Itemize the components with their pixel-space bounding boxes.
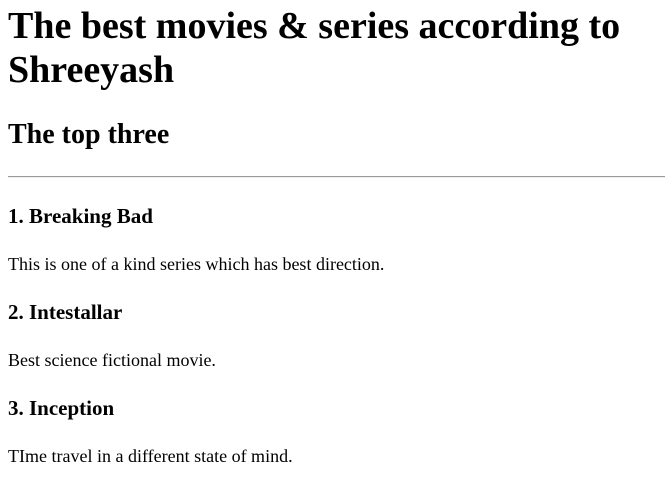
item-description: This is one of a kind series which has b… [8, 254, 385, 274]
list-item: 3. Inception TIme travel in a different … [8, 396, 665, 467]
item-description: Best science fictional movie. [8, 350, 216, 370]
divider [8, 176, 665, 178]
item-description: TIme travel in a different state of mind… [8, 446, 293, 466]
item-heading: 1. Breaking Bad [8, 204, 153, 228]
list-item: 1. Breaking Bad This is one of a kind se… [8, 204, 665, 275]
item-heading: 2. Intestallar [8, 300, 123, 324]
section-heading: The top three [8, 119, 170, 150]
page-content: The best movies & series according to Sh… [0, 0, 665, 467]
item-heading: 3. Inception [8, 396, 115, 420]
list-item: 2. Intestallar Best science fictional mo… [8, 300, 665, 371]
page-title: The best movies & series according to Sh… [8, 5, 621, 91]
